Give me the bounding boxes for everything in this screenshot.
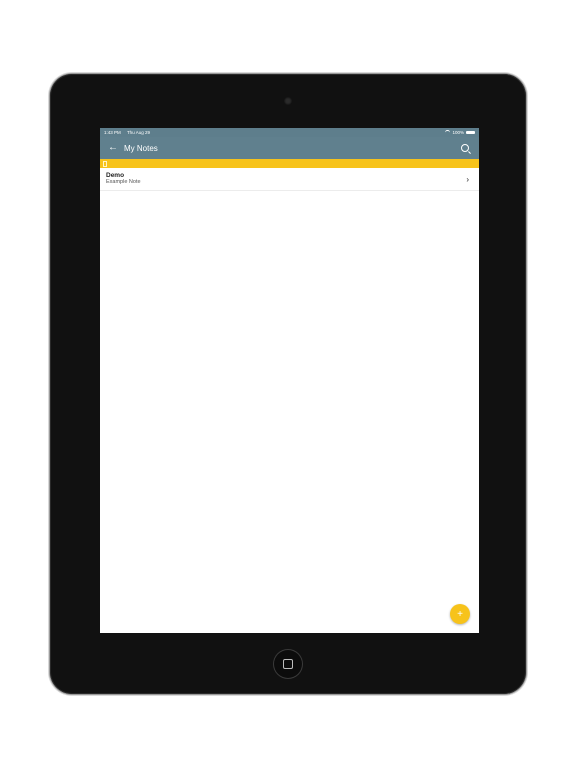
note-text: Demo Example Note <box>106 172 466 186</box>
home-square-icon <box>283 659 293 669</box>
wifi-icon <box>445 130 451 135</box>
home-button[interactable] <box>274 650 302 678</box>
battery-percent: 100% <box>452 130 464 135</box>
filter-bar[interactable] <box>100 159 479 168</box>
front-camera <box>284 97 292 105</box>
status-bar: 1:43 PM Thu Aug 29 100% <box>100 128 479 137</box>
app-bar: ← My Notes <box>100 137 479 159</box>
status-right: 100% <box>445 130 475 135</box>
search-icon[interactable] <box>461 144 469 152</box>
screen: 1:43 PM Thu Aug 29 100% ← My Notes Demo … <box>100 128 479 633</box>
note-title: Demo <box>106 172 125 180</box>
chevron-right-icon: › <box>466 174 469 184</box>
status-date: Thu Aug 29 <box>126 130 150 135</box>
battery-icon <box>466 130 475 135</box>
status-time: 1:43 PM <box>104 130 121 135</box>
list-item[interactable]: Demo Example Note › <box>100 168 479 191</box>
status-left: 1:43 PM Thu Aug 29 <box>104 130 155 135</box>
note-subtitle: Example Note <box>106 179 141 186</box>
folder-icon <box>103 160 107 167</box>
tablet-frame: 1:43 PM Thu Aug 29 100% ← My Notes Demo … <box>50 74 526 694</box>
add-note-button[interactable]: + <box>450 604 470 624</box>
arrow-left-icon[interactable]: ← <box>108 143 118 153</box>
page-title: My Notes <box>124 143 158 153</box>
